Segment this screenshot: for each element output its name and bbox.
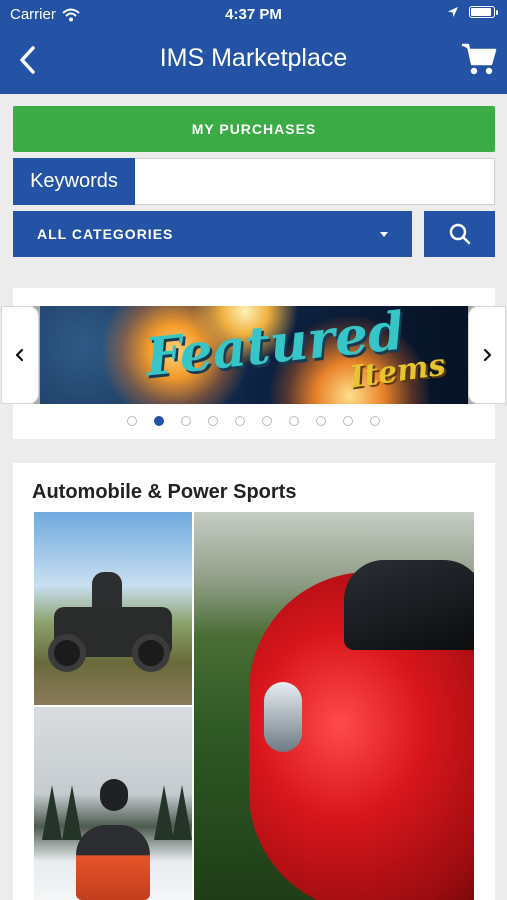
- carousel-dot[interactable]: [343, 416, 353, 426]
- pine-tree: [154, 785, 174, 840]
- category-title: Automobile & Power Sports: [32, 481, 297, 503]
- atv-rider: [92, 572, 122, 612]
- sports-car-photo: [194, 512, 474, 900]
- chevron-right-icon: [483, 348, 492, 362]
- top-bar: Carrier 4:37 PM IMS Marketplace: [0, 0, 507, 94]
- keywords-input[interactable]: [138, 159, 494, 204]
- snowmobile-photo: [34, 707, 192, 900]
- status-time: 4:37 PM: [225, 6, 282, 23]
- status-right: [447, 6, 498, 18]
- page-title: IMS Marketplace: [159, 44, 348, 72]
- keywords-search-field: Keywords: [13, 158, 495, 205]
- atv-wheel: [132, 634, 170, 672]
- cart-button[interactable]: [461, 42, 497, 76]
- carousel-dot[interactable]: [289, 416, 299, 426]
- pine-tree: [172, 785, 192, 840]
- carousel-dot[interactable]: [208, 416, 218, 426]
- atv-photo: [34, 512, 192, 705]
- atv-wheel: [48, 634, 86, 672]
- carousel-dot[interactable]: [127, 416, 137, 426]
- snowmobile-rider-helmet: [100, 779, 128, 811]
- sports-car-headlight: [264, 682, 302, 752]
- category-select-label: ALL CATEGORIES: [37, 226, 174, 242]
- carousel-next-button[interactable]: [468, 306, 506, 404]
- caret-down-icon: [380, 232, 388, 237]
- location-arrow-icon: [448, 7, 458, 17]
- pine-tree: [62, 785, 82, 840]
- my-purchases-button[interactable]: MY PURCHASES: [13, 106, 495, 152]
- category-select[interactable]: ALL CATEGORIES: [13, 211, 412, 257]
- carousel-dot[interactable]: [154, 416, 164, 426]
- pine-tree: [42, 785, 62, 840]
- status-bar: Carrier 4:37 PM: [0, 0, 507, 30]
- battery-icon: [469, 6, 498, 18]
- category-card[interactable]: Automobile & Power Sports: [13, 463, 495, 900]
- carousel-dot[interactable]: [316, 416, 326, 426]
- carousel-dot[interactable]: [235, 416, 245, 426]
- keywords-label: Keywords: [13, 158, 135, 205]
- carousel-pagination: [127, 416, 380, 426]
- carousel-dot[interactable]: [370, 416, 380, 426]
- search-icon: [449, 223, 470, 245]
- chevron-left-icon: [15, 348, 24, 362]
- shopping-cart-icon: [462, 43, 497, 75]
- featured-banner[interactable]: Featured Items: [40, 306, 468, 404]
- carousel-prev-button[interactable]: [1, 306, 39, 404]
- snowmobile-vehicle: [76, 825, 150, 900]
- search-button[interactable]: [424, 211, 495, 257]
- sports-car-windshield: [344, 560, 474, 650]
- carousel-dot[interactable]: [181, 416, 191, 426]
- carousel-dot[interactable]: [262, 416, 272, 426]
